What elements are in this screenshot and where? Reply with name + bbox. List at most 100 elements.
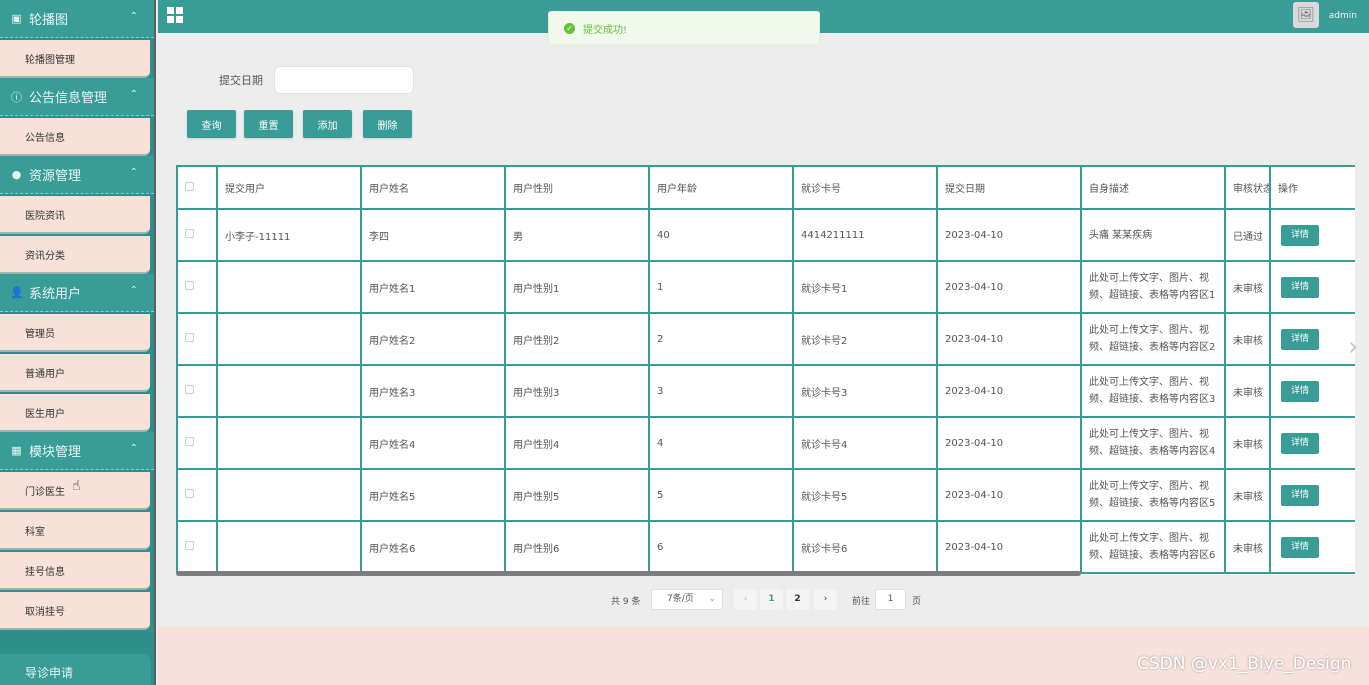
cell-actions: 详情	[1269, 468, 1355, 522]
sidebar-item[interactable]: 医院资讯	[0, 196, 150, 234]
cell-user	[216, 364, 362, 418]
cell-age: 6	[648, 520, 794, 574]
success-toast: ✓ 提交成功!	[548, 11, 820, 45]
chevron-right-icon[interactable]: ›	[1348, 332, 1358, 362]
add-button[interactable]: 添加	[303, 110, 352, 138]
sidebar-item-guide-application[interactable]: 导诊申请	[0, 654, 151, 685]
table-header: 提交用户 用户姓名 用户性别 用户年龄 就诊卡号 提交日期 自身描述 审核状态 操作	[176, 165, 1355, 210]
sidebar-group-4[interactable]: ▦ 模块管理 ⌃	[0, 432, 154, 470]
cell-name: 用户姓名5	[360, 468, 506, 522]
row-checkbox-cell	[176, 312, 218, 366]
cell-gender: 用户性别2	[504, 312, 650, 366]
username[interactable]: admin	[1329, 11, 1357, 21]
row-checkbox[interactable]	[185, 437, 194, 446]
cell-actions: 详情	[1269, 208, 1355, 262]
cell-user: 小李子-11111	[216, 208, 362, 262]
sidebar-item[interactable]: 公告信息	[0, 118, 150, 156]
cell-user	[216, 260, 362, 314]
toast-message: 提交成功!	[583, 24, 628, 36]
row-checkbox[interactable]	[185, 385, 194, 394]
prev-page-button[interactable]: ‹	[734, 589, 757, 610]
sidebar-item[interactable]: 挂号信息	[0, 552, 150, 590]
cell-user	[216, 520, 362, 574]
page-size-select[interactable]: 7条/页 ⌄	[651, 589, 723, 610]
sidebar: ▣ 轮播图 ⌃ 轮播图管理 ⓘ 公告信息管理 ⌃ 公告信息 ● 资源管理 ⌃ 医院资讯 资讯分类 👤 系统用…	[0, 0, 156, 685]
chevron-up-icon: ⌃	[129, 285, 138, 296]
sidebar-group-title: 资源管理	[29, 169, 82, 184]
chevron-up-icon: ⌃	[129, 89, 138, 100]
detail-button[interactable]: 详情	[1281, 224, 1319, 246]
table-row: 用户姓名5 用户性别5 5 就诊卡号5 2023-04-10 此处可上传文字、图片、视频、…	[176, 468, 1355, 522]
chevron-down-icon: ⌄	[708, 594, 716, 604]
row-checkbox[interactable]	[185, 229, 194, 238]
detail-button[interactable]: 详情	[1281, 328, 1319, 350]
cell-date: 2023-04-10	[936, 260, 1082, 314]
sidebar-item[interactable]: 普通用户	[0, 354, 150, 392]
avatar[interactable]: 🖼	[1293, 2, 1319, 28]
cell-desc: 头痛 某某疾病	[1080, 208, 1226, 262]
sidebar-group-0[interactable]: ▣ 轮播图 ⌃	[0, 0, 154, 38]
cell-name: 用户姓名1	[360, 260, 506, 314]
row-checkbox-cell	[176, 364, 218, 418]
sidebar-item[interactable]: 资讯分类	[0, 236, 150, 274]
page-button-2[interactable]: 2	[786, 589, 809, 610]
header-cell: 提交用户	[216, 165, 362, 210]
cell-age: 4	[648, 416, 794, 470]
search-button[interactable]: 查询	[187, 110, 236, 138]
sidebar-group-1[interactable]: ⓘ 公告信息管理 ⌃	[0, 78, 154, 116]
detail-button[interactable]: 详情	[1281, 484, 1319, 506]
row-checkbox[interactable]	[185, 541, 194, 550]
chevron-up-icon: ⌃	[129, 167, 138, 178]
select-all-checkbox[interactable]	[185, 181, 194, 191]
menu-grid-icon[interactable]	[167, 7, 183, 23]
page-size-value: 7条/页	[667, 594, 694, 604]
cell-age: 1	[648, 260, 794, 314]
sidebar-item[interactable]: 轮播图管理	[0, 40, 150, 78]
page-button-1[interactable]: 1	[760, 589, 783, 610]
row-checkbox-cell	[176, 260, 218, 314]
goto-page-input[interactable]: 1	[875, 589, 906, 610]
sidebar-item[interactable]: 科室	[0, 512, 150, 550]
sidebar-group-3[interactable]: 👤 系统用户 ⌃	[0, 274, 154, 312]
horizontal-scrollbar[interactable]	[176, 571, 1081, 576]
sidebar-group-title: 公告信息管理	[29, 91, 108, 106]
hand-cursor-icon: ☝	[72, 478, 81, 494]
data-table: 提交用户 用户姓名 用户性别 用户年龄 就诊卡号 提交日期 自身描述 审核状态 操作 小李子-1…	[176, 165, 1355, 575]
sidebar-item[interactable]: 管理员	[0, 314, 150, 352]
row-checkbox[interactable]	[185, 333, 194, 342]
cell-date: 2023-04-10	[936, 312, 1082, 366]
cell-card: 就诊卡号4	[792, 416, 938, 470]
row-checkbox[interactable]	[185, 489, 194, 498]
reset-button[interactable]: 重置	[244, 110, 293, 138]
table-row: 用户姓名4 用户性别4 4 就诊卡号4 2023-04-10 此处可上传文字、图片、视频、…	[176, 416, 1355, 470]
header-cell: 就诊卡号	[792, 165, 938, 210]
image-icon: ▣	[11, 12, 22, 25]
goto-label: 前往	[852, 597, 871, 607]
cell-desc: 此处可上传文字、图片、视频、超链接、表格等内容区1	[1080, 260, 1226, 314]
sidebar-group-2[interactable]: ● 资源管理 ⌃	[0, 156, 154, 194]
cell-card: 4414211111	[792, 208, 938, 262]
cell-date: 2023-04-10	[936, 520, 1082, 574]
header-cell	[176, 165, 218, 210]
next-page-button[interactable]: ›	[814, 589, 837, 610]
detail-button[interactable]: 详情	[1281, 536, 1319, 558]
detail-button[interactable]: 详情	[1281, 380, 1319, 402]
delete-button[interactable]: 删除	[363, 110, 412, 138]
total-count: 共 9 条	[611, 597, 641, 607]
cell-name: 用户姓名3	[360, 364, 506, 418]
submit-date-input[interactable]	[274, 66, 414, 94]
cell-age: 2	[648, 312, 794, 366]
info-icon: ⓘ	[11, 90, 22, 104]
detail-button[interactable]: 详情	[1281, 432, 1319, 454]
row-checkbox[interactable]	[185, 281, 194, 290]
cell-name: 用户姓名4	[360, 416, 506, 470]
sidebar-group-title: 模块管理	[29, 445, 82, 460]
chevron-up-icon: ⌃	[129, 443, 138, 454]
sidebar-item[interactable]: 医生用户	[0, 394, 150, 432]
cell-card: 就诊卡号2	[792, 312, 938, 366]
header-cell: 审核状态	[1224, 165, 1271, 210]
header-cell: 用户年龄	[648, 165, 794, 210]
cell-desc: 此处可上传文字、图片、视频、超链接、表格等内容区5	[1080, 468, 1226, 522]
detail-button[interactable]: 详情	[1281, 276, 1319, 298]
sidebar-group-title: 轮播图	[29, 13, 69, 28]
